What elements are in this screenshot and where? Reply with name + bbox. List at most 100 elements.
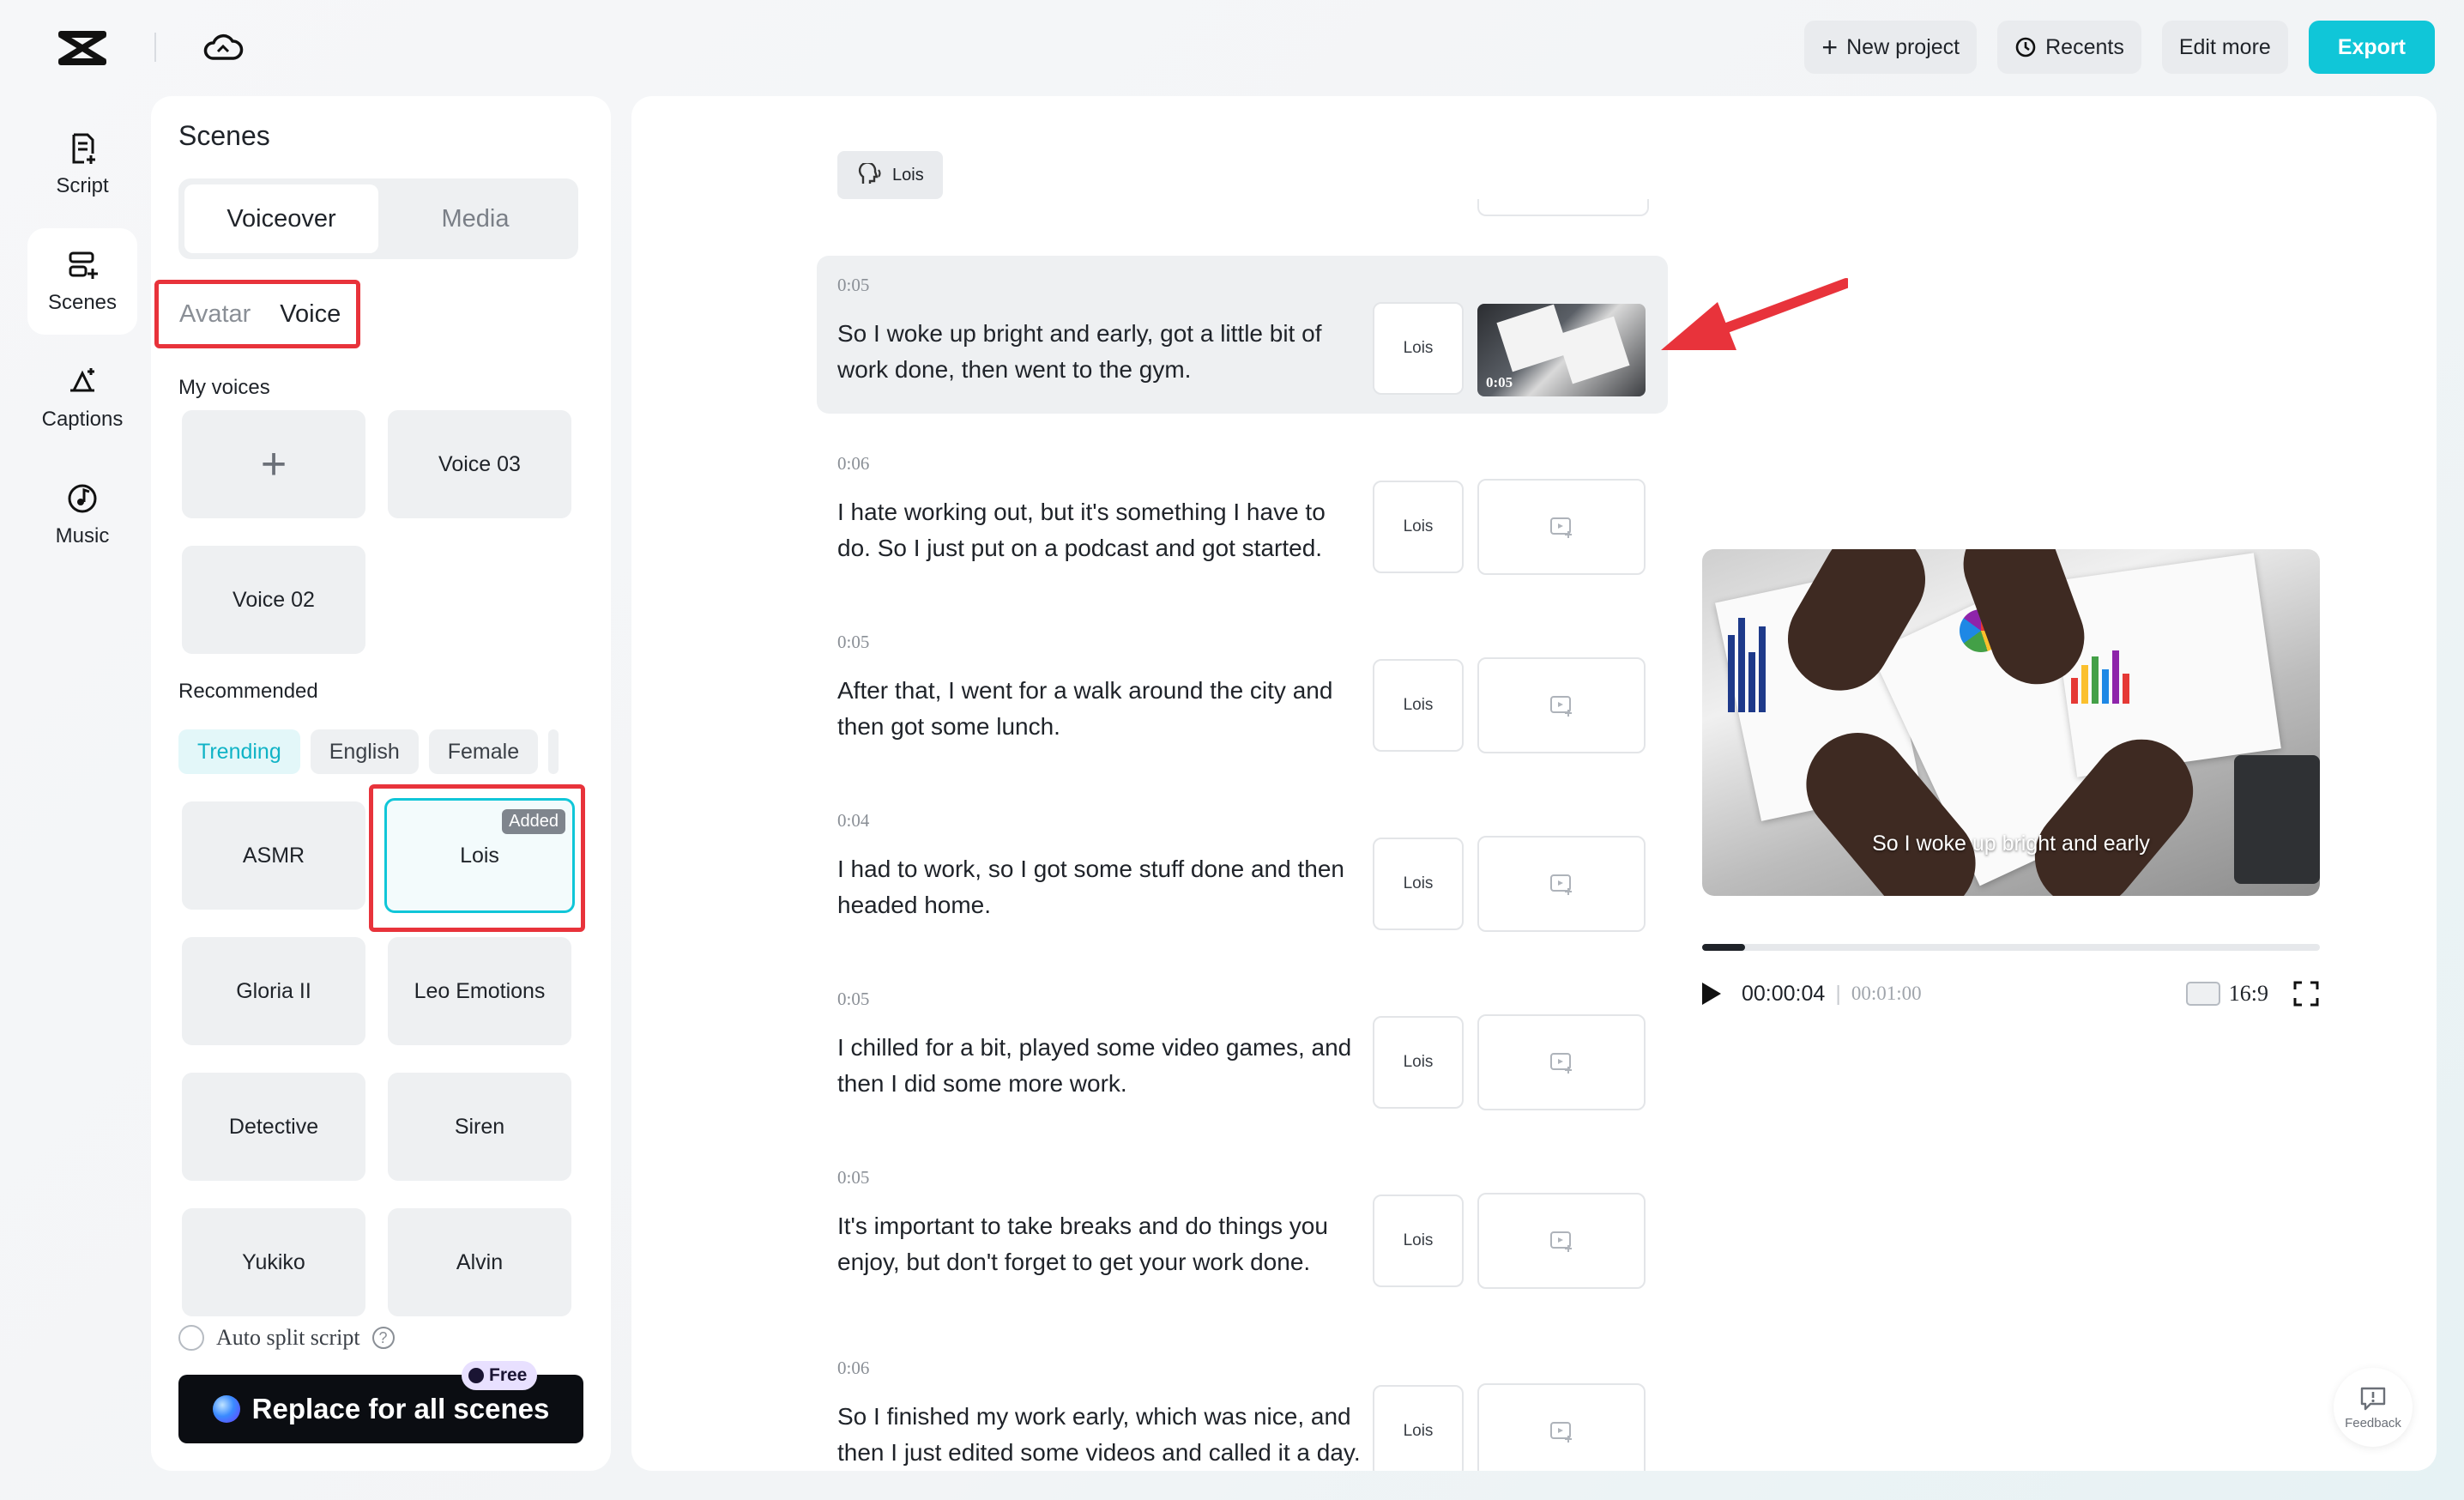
video-preview[interactable]: So I woke up bright and early: [1702, 549, 2320, 896]
voice-card-siren[interactable]: Siren: [388, 1073, 571, 1181]
free-label: Free: [489, 1365, 528, 1385]
add-media-button[interactable]: [1477, 1383, 1646, 1471]
rail-label-script: Script: [56, 174, 109, 197]
voice-card-asmr[interactable]: ASMR: [182, 801, 365, 910]
help-icon[interactable]: ?: [371, 1327, 395, 1349]
aspect-ratio-label: 16:9: [2228, 981, 2268, 1006]
scene-text[interactable]: I hate working out, but it's something I…: [837, 494, 1361, 566]
recents-label: Recents: [2045, 34, 2124, 59]
scene-row[interactable]: 0:04 I had to work, so I got some stuff …: [817, 791, 1668, 949]
edit-more-button[interactable]: Edit more: [2161, 21, 2288, 74]
add-media-button[interactable]: [1477, 479, 1646, 575]
chip-more[interactable]: [548, 729, 559, 774]
export-label: Export: [2337, 34, 2406, 59]
scene-voice-button[interactable]: Lois: [1373, 481, 1464, 573]
scene-text[interactable]: It's important to take breaks and do thi…: [837, 1208, 1361, 1280]
voice-card-yukiko[interactable]: Yukiko: [182, 1208, 365, 1316]
scene-text[interactable]: After that, I went for a walk around the…: [837, 673, 1361, 745]
add-media-icon: [1550, 696, 1572, 717]
feedback-button[interactable]: Feedback: [2334, 1368, 2413, 1447]
scene-voice-button[interactable]: Lois: [1373, 1016, 1464, 1109]
preview-calculator: [2234, 755, 2320, 884]
fullscreen-icon[interactable]: [2292, 980, 2320, 1007]
aspect-ratio-button[interactable]: 16:9: [2185, 981, 2268, 1007]
tab-voice[interactable]: Voice: [280, 300, 341, 329]
new-project-button[interactable]: + New project: [1804, 21, 1978, 74]
voice-card-gloria-ii[interactable]: Gloria II: [182, 937, 365, 1045]
scene-row[interactable]: 0:05 I chilled for a bit, played some vi…: [817, 970, 1668, 1128]
tab-media[interactable]: Media: [378, 184, 572, 253]
scene-row[interactable]: 0:06 So I finished my work early, which …: [817, 1339, 1668, 1471]
add-media-button[interactable]: [1477, 1014, 1646, 1110]
add-media-icon: [1550, 1231, 1572, 1252]
new-project-label: New project: [1846, 34, 1960, 59]
script-editor: Lois 0:05 So I woke up bright and early,…: [631, 96, 2437, 1471]
voiceover-media-toggle: Voiceover Media: [178, 178, 578, 259]
scene-text[interactable]: So I finished my work early, which was n…: [837, 1399, 1361, 1471]
clock-icon: [468, 1368, 484, 1383]
chip-english[interactable]: English: [310, 729, 419, 774]
preview-bar: [2102, 669, 2109, 704]
rail-item-captions[interactable]: Captions: [27, 345, 137, 451]
rail-item-script[interactable]: Script: [27, 112, 137, 218]
aspect-ratio-icon: [2185, 982, 2220, 1006]
scene-voice-button[interactable]: Lois: [1373, 659, 1464, 752]
auto-split-checkbox[interactable]: [178, 1325, 204, 1351]
scene-duration: 0:05: [837, 989, 870, 1009]
clock-icon: [2015, 37, 2036, 57]
thumb-paper: [1556, 316, 1630, 384]
script-icon: [72, 133, 95, 164]
chip-trending[interactable]: Trending: [178, 729, 300, 774]
rail-item-music[interactable]: Music: [27, 462, 137, 568]
scene-voice-button[interactable]: Lois: [1373, 1385, 1464, 1471]
chip-female[interactable]: Female: [428, 729, 539, 774]
voice-card-detective[interactable]: Detective: [182, 1073, 365, 1181]
play-icon[interactable]: [1702, 983, 1721, 1005]
add-voice-button[interactable]: +: [182, 410, 365, 518]
scene-voice-button[interactable]: Lois: [1373, 1195, 1464, 1287]
scene-row[interactable]: 0:06 I hate working out, but it's someth…: [817, 434, 1668, 592]
voice-card-alvin[interactable]: Alvin: [388, 1208, 571, 1316]
voice-card-voice-02[interactable]: Voice 02: [182, 546, 365, 654]
tab-avatar[interactable]: Avatar: [179, 300, 251, 329]
add-media-button[interactable]: [1477, 1193, 1646, 1289]
rail-label-captions: Captions: [41, 408, 124, 431]
preview-bar-chart: [2071, 644, 2165, 704]
recents-button[interactable]: Recents: [1997, 21, 2141, 74]
add-media-icon: [1550, 1422, 1572, 1443]
add-media-button[interactable]: [1477, 836, 1646, 932]
scene-text[interactable]: I had to work, so I got some stuff done …: [837, 851, 1361, 923]
rail-item-scenes[interactable]: Scenes: [27, 228, 137, 335]
scene-voice-button[interactable]: Lois: [1373, 838, 1464, 930]
scene-voice-button[interactable]: Lois: [1373, 302, 1464, 395]
scene-text[interactable]: So I woke up bright and early, got a lit…: [837, 316, 1361, 388]
add-media-button[interactable]: [1477, 657, 1646, 753]
free-badge: Free: [462, 1361, 538, 1390]
scene-duration: 0:05: [837, 632, 870, 652]
captions-icon: [70, 368, 94, 392]
panel-title: Scenes: [178, 120, 270, 151]
player-controls: 00:00:04 | 00:01:00 16:9: [1702, 977, 2320, 1011]
scene-row[interactable]: 0:05 After that, I went for a walk aroun…: [817, 613, 1668, 771]
scene-row[interactable]: 0:05 So I woke up bright and early, got …: [817, 256, 1668, 414]
left-rail: Script Scenes Captions Music: [27, 112, 137, 578]
tab-voiceover[interactable]: Voiceover: [184, 184, 378, 253]
scene-text[interactable]: I chilled for a bit, played some video g…: [837, 1030, 1361, 1102]
music-icon: [68, 484, 97, 513]
voice-chip-label: Lois: [892, 165, 924, 184]
export-button[interactable]: Export: [2308, 21, 2435, 74]
preview-bar: [1728, 635, 1735, 712]
capcut-logo[interactable]: [57, 29, 108, 67]
scene-row[interactable]: 0:05 It's important to take breaks and d…: [817, 1148, 1668, 1320]
preview-bar: [2112, 650, 2119, 704]
cloud-sync-icon[interactable]: [202, 31, 244, 65]
total-time: 00:01:00: [1851, 983, 1922, 1004]
playback-progress-bar[interactable]: [1702, 944, 2320, 951]
previous-media-box: [1477, 199, 1649, 216]
voice-card-leo-emotions[interactable]: Leo Emotions: [388, 937, 571, 1045]
voice-card-voice-03[interactable]: Voice 03: [388, 410, 571, 518]
rail-label-music: Music: [55, 524, 110, 547]
scene-media-thumbnail[interactable]: 0:05: [1477, 304, 1646, 396]
preview-bar-chart: [1728, 609, 1788, 712]
voice-chip[interactable]: Lois: [837, 151, 943, 199]
